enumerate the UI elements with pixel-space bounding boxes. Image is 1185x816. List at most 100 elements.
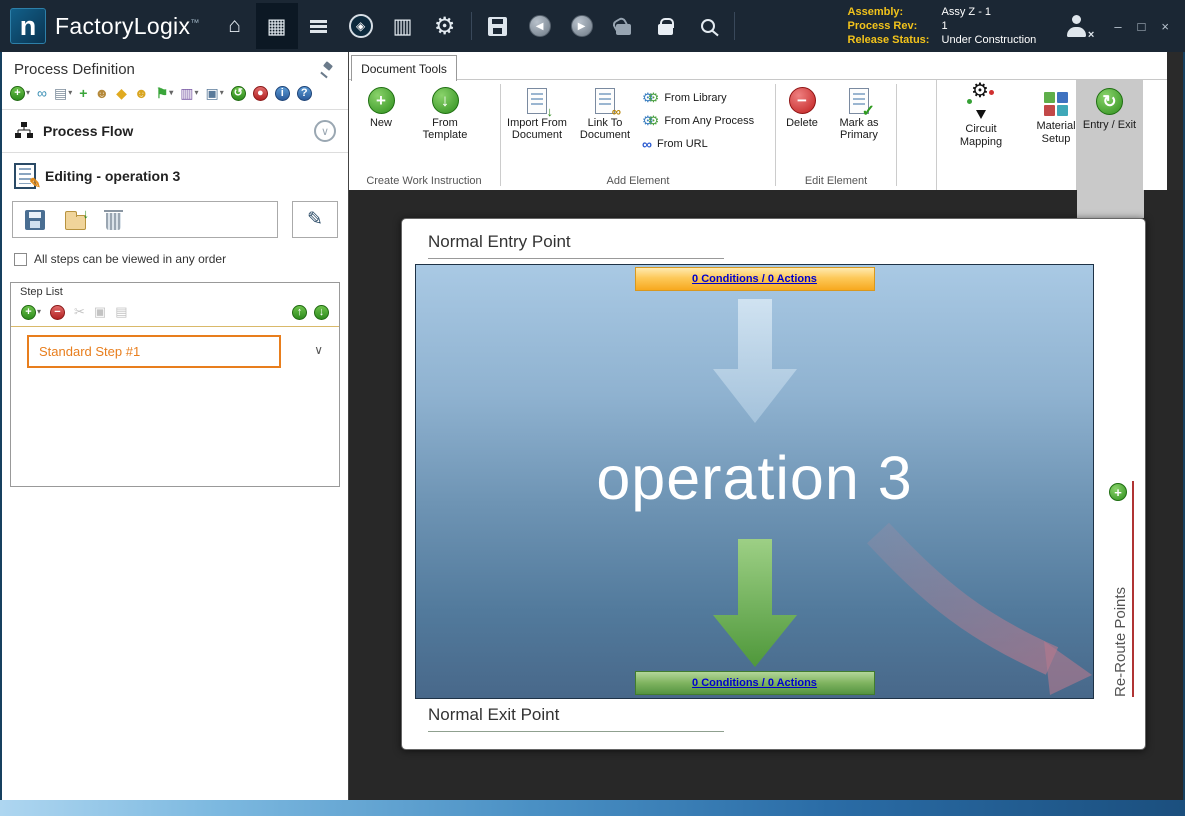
new-button[interactable]: + New (349, 80, 413, 174)
panel-title: Process Definition (14, 61, 135, 78)
reroute-points-label: Re-Route Points (1112, 481, 1129, 697)
normal-entry-point-label: Normal Entry Point (428, 232, 724, 259)
paste-step-button[interactable]: ▤ (115, 304, 127, 320)
layers-button[interactable]: ▥▾ (180, 85, 198, 101)
sample-button[interactable]: ◆ (116, 85, 127, 101)
delete-step-icon[interactable] (106, 213, 121, 230)
flow-canvas: Normal Entry Point (349, 190, 1183, 800)
process-rev-label: Process Rev: (848, 19, 936, 33)
cut-step-button[interactable]: ✂ (74, 304, 85, 320)
bottom-status-strip (0, 800, 1185, 816)
entry-exit-button[interactable]: ↻ Entry / Exit (1076, 80, 1143, 190)
user-icon (1064, 15, 1088, 37)
navigator-button[interactable]: ◈ (340, 3, 382, 49)
info-button[interactable]: i (275, 86, 290, 101)
unlock-button[interactable] (603, 3, 645, 49)
mark-as-primary-button[interactable]: ✓ Mark as Primary (827, 80, 891, 174)
home-button[interactable]: ⌂ (214, 3, 256, 49)
from-template-button[interactable]: ↓ From Template (413, 80, 477, 174)
news-button[interactable]: ▥ (382, 3, 424, 49)
process-flow-header: Process Flow ∨ (2, 110, 348, 153)
from-url-button[interactable]: ∞ From URL (642, 133, 764, 154)
save-step-icon[interactable] (25, 210, 45, 230)
copy-process-button[interactable]: ▣▾ (206, 85, 224, 101)
assembly-label: Assembly: (848, 5, 936, 19)
collapse-button[interactable]: ∨ (314, 120, 336, 142)
delete-element-button[interactable]: − Delete (777, 80, 827, 174)
step-list-toolbar: +▾ − ✂ ▣ ▤ ↑ ↓ (11, 302, 339, 327)
engineer-button[interactable]: ☻ (94, 85, 109, 101)
entry-exit-panel: Normal Entry Point (401, 218, 1146, 750)
sync-button[interactable]: ↺ (231, 86, 246, 101)
minimize-button[interactable]: – (1114, 19, 1121, 34)
order-checkbox[interactable] (14, 253, 27, 266)
app-name: FactoryLogix™ (55, 13, 200, 40)
logout-x-icon: × (1088, 29, 1094, 41)
settings-button[interactable]: ⚙ (424, 3, 466, 49)
app-logo: n (10, 8, 46, 44)
record-button[interactable]: ● (253, 86, 268, 101)
release-status-value: Under Construction (942, 33, 1037, 47)
order-checkbox-label: All steps can be viewed in any order (34, 252, 226, 266)
assembly-info: Assembly: Assy Z - 1 Process Rev: 1 Rele… (848, 5, 1037, 47)
exit-conditions-banner[interactable]: 0 Conditions / 0 Actions (635, 671, 875, 695)
move-step-down-button[interactable]: ↓ (314, 305, 329, 320)
link-to-document-button[interactable]: ∞ Link To Document (572, 80, 638, 174)
link-button[interactable]: ∞ (37, 85, 47, 101)
print-button[interactable]: ▤▾ (54, 85, 72, 101)
chain-icon: ∞ (642, 136, 652, 152)
import-from-document-button[interactable]: ↓ Import From Document (502, 80, 572, 174)
forward-button[interactable]: ▶ (561, 3, 603, 49)
help-button[interactable]: ? (297, 86, 312, 101)
add-process-button[interactable]: +▾ (10, 85, 30, 101)
separator (734, 12, 735, 40)
gears-icon: ⚙⚙ (642, 90, 659, 106)
group-edit-element: − Delete ✓ Mark as Primary Edit Element (777, 80, 895, 190)
lock-button[interactable] (645, 3, 687, 49)
separator (775, 84, 776, 186)
close-button[interactable]: × (1161, 19, 1169, 34)
editing-toolbar: ↓ ✎ (2, 199, 348, 238)
tab-document-tools[interactable]: Document Tools (351, 55, 457, 81)
material-setup-icon (1044, 92, 1068, 116)
work-instructions-button[interactable]: ▦ (256, 3, 298, 49)
entry-conditions-banner[interactable]: 0 Conditions / 0 Actions (635, 267, 875, 291)
save-button[interactable] (477, 3, 519, 49)
pencil-icon: ✎ (307, 208, 323, 231)
lock-icon (658, 24, 673, 35)
operator-button[interactable]: ☻ (134, 85, 149, 101)
process-search-button[interactable] (687, 3, 729, 49)
release-status-label: Release Status: (848, 33, 936, 47)
from-any-process-button[interactable]: ⚙⚙ From Any Process (642, 110, 764, 131)
flag-button[interactable]: ⚑▾ (156, 85, 174, 101)
arrange-button[interactable]: + (79, 85, 87, 101)
factorylogix-window: n FactoryLogix™ ⌂ ▦ ◈ ▥ ⚙ ◀ ▶ Assembly: … (0, 0, 1185, 816)
main-area: Document Tools + New ↓ From Template (349, 52, 1183, 800)
step-list-title: Step List (20, 286, 63, 298)
entry-arrow (713, 299, 797, 423)
order-option-row: All steps can be viewed in any order (2, 238, 348, 272)
remove-step-button[interactable]: − (50, 305, 65, 320)
from-library-button[interactable]: ⚙⚙ From Library (642, 87, 764, 108)
user-logout-button[interactable]: × (1064, 15, 1088, 37)
operation-node[interactable]: 0 Conditions / 0 Actions operation 3 0 C… (415, 264, 1094, 699)
pin-icon[interactable] (319, 62, 334, 77)
add-step-button[interactable]: +▾ (21, 304, 41, 320)
separator (896, 84, 897, 186)
step-label: Standard Step #1 (39, 344, 140, 359)
step-dropdown-chevron[interactable]: ∨ (314, 343, 323, 357)
group-label: Add Element (502, 174, 774, 190)
editing-header: ✎ Editing - operation 3 (2, 153, 348, 199)
edit-work-instruction-button[interactable]: ✎ (292, 201, 338, 238)
back-button[interactable]: ◀ (519, 3, 561, 49)
step-list-item[interactable]: Standard Step #1 (27, 335, 281, 368)
production-button[interactable] (298, 3, 340, 49)
circuit-mapping-button[interactable]: ⚙ Circuit Mapping (943, 80, 1019, 190)
maximize-button[interactable]: □ (1138, 19, 1146, 34)
import-step-icon[interactable]: ↓ (65, 215, 86, 230)
copy-step-button[interactable]: ▣ (94, 304, 106, 320)
step-list-group: Step List +▾ − ✂ ▣ ▤ ↑ ↓ Standard Step #… (10, 282, 340, 487)
move-step-up-button[interactable]: ↑ (292, 305, 307, 320)
editing-doc-icon: ✎ (14, 163, 36, 189)
trademark: ™ (190, 17, 199, 27)
